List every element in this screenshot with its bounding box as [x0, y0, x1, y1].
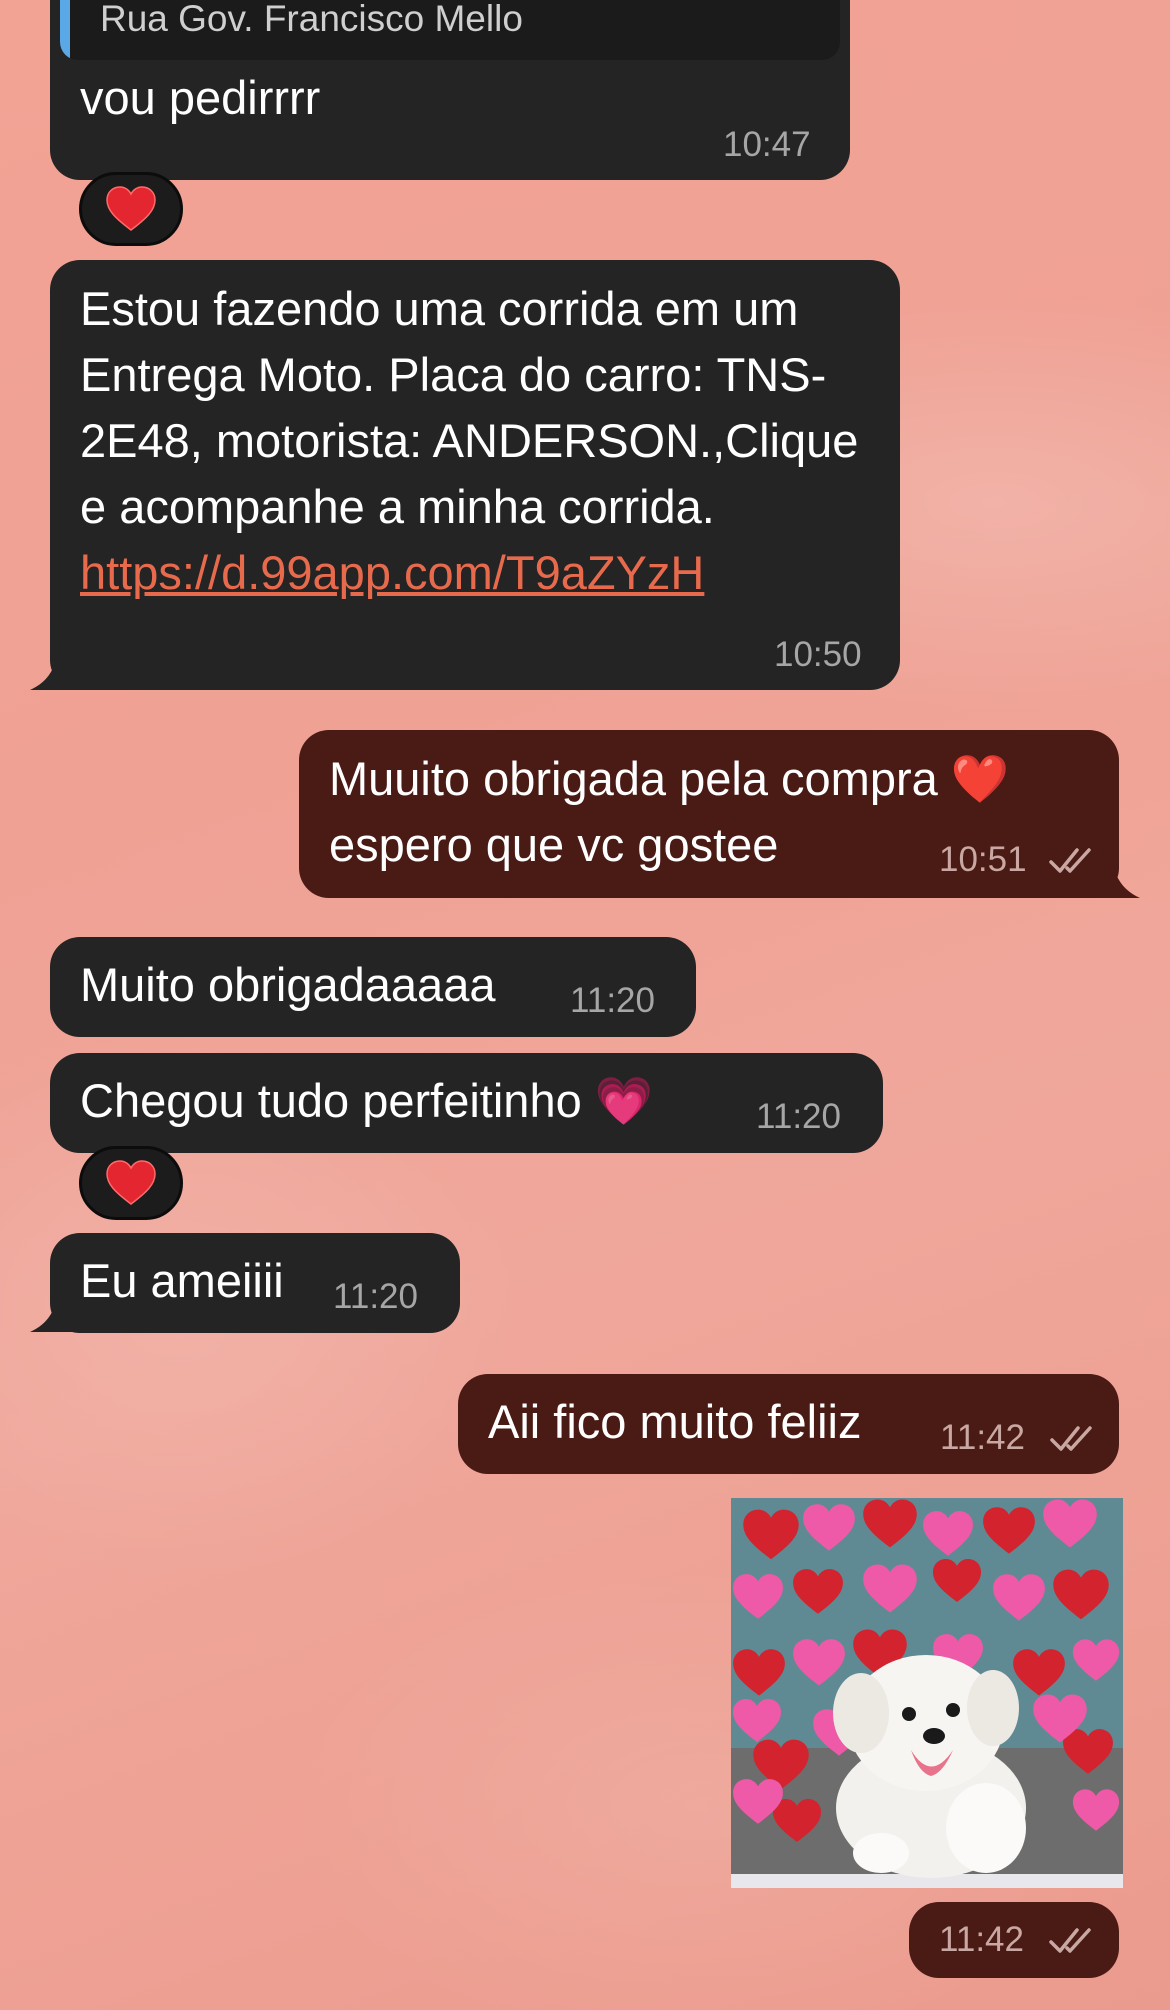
reaction-badge[interactable] [79, 1146, 183, 1220]
message-incoming[interactable]: Eu ameiiii 11:20 [50, 1233, 460, 1333]
message-text: Eu ameiiii [80, 1254, 284, 1307]
message-time: 11:20 [333, 1277, 418, 1316]
message-incoming[interactable]: Chegou tudo perfeitinho 💗 11:20 [50, 1053, 883, 1153]
reply-quote[interactable]: Rua Gov. Francisco Mello [60, 0, 840, 60]
message-text: Chegou tudo perfeitinho 💗 [80, 1074, 654, 1127]
message-time: 10:51 [939, 840, 1027, 879]
double-check-icon [1049, 848, 1091, 873]
heart-icon [106, 1160, 156, 1205]
heart-icon [106, 186, 156, 231]
message-incoming[interactable]: Muito obrigadaaaaa 11:20 [50, 937, 696, 1037]
message-text: Aii fico muito feliiz [488, 1395, 862, 1448]
double-check-icon [1049, 1928, 1091, 1953]
message-body: Estou fazendo uma corrida em um Entrega … [80, 282, 859, 533]
reaction-badge[interactable] [79, 172, 183, 246]
quote-accent-bar [60, 0, 70, 60]
message-incoming[interactable]: Estou fazendo uma corrida em um Entrega … [50, 260, 900, 690]
message-outgoing[interactable]: Aii fico muito feliiz 11:42 [458, 1374, 1119, 1474]
message-outgoing[interactable]: Muuito obrigada pela compra ❤️ espero qu… [299, 730, 1119, 898]
quote-text: Rua Gov. Francisco Mello [100, 0, 523, 39]
sticker-illustration [731, 1498, 1123, 1888]
double-check-icon [1050, 1426, 1092, 1451]
message-time: 11:42 [939, 1920, 1024, 1959]
message-time: 10:50 [774, 635, 862, 674]
message-time: 11:42 [940, 1418, 1025, 1457]
ride-tracking-link[interactable]: https://d.99app.com/T9aZYzH [80, 546, 704, 599]
message-text: Muito obrigadaaaaa [80, 958, 496, 1011]
message-time: 11:20 [756, 1097, 841, 1136]
message-time: 11:20 [570, 981, 655, 1020]
message-text: vou pedirrrr [80, 71, 321, 124]
sticker-image[interactable] [731, 1498, 1123, 1888]
message-incoming[interactable]: Rua Gov. Francisco Mello vou pedirrrr 10… [50, 0, 850, 180]
media-timestamp-pill: 11:42 [909, 1902, 1119, 1978]
message-time: 10:47 [723, 125, 811, 164]
message-text: Estou fazendo uma corrida em um Entrega … [80, 276, 870, 606]
